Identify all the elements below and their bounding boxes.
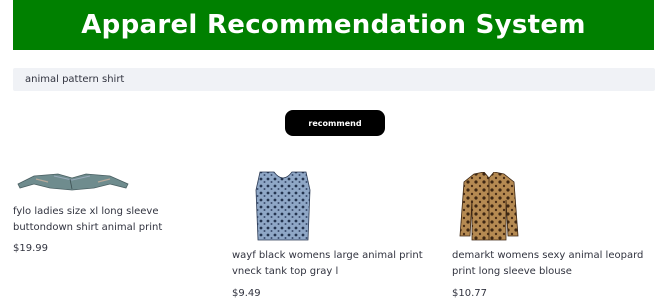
- recommend-button[interactable]: recommend: [285, 110, 385, 136]
- product-card[interactable]: wayf black womens large animal print vne…: [220, 160, 445, 304]
- product-title: wayf black womens large animal print vne…: [232, 250, 423, 277]
- product-title: demarkt womens sexy animal leopard print…: [452, 250, 644, 277]
- product-image: [255, 171, 311, 241]
- app-header: Apparel Recommendation System: [13, 0, 654, 50]
- product-image: [459, 172, 519, 241]
- product-price: $9.49: [232, 288, 261, 299]
- search-input-value: animal pattern shirt: [25, 74, 125, 85]
- product-image: [17, 173, 129, 191]
- product-card[interactable]: fylo ladies size xl long sleeve buttondo…: [0, 160, 220, 260]
- page-title: Apparel Recommendation System: [81, 10, 586, 40]
- product-price: $19.99: [13, 243, 48, 254]
- product-price: $10.77: [452, 288, 487, 299]
- product-title: fylo ladies size xl long sleeve buttondo…: [13, 206, 163, 233]
- search-input[interactable]: animal pattern shirt: [13, 68, 655, 91]
- product-card[interactable]: demarkt womens sexy animal leopard print…: [440, 160, 661, 304]
